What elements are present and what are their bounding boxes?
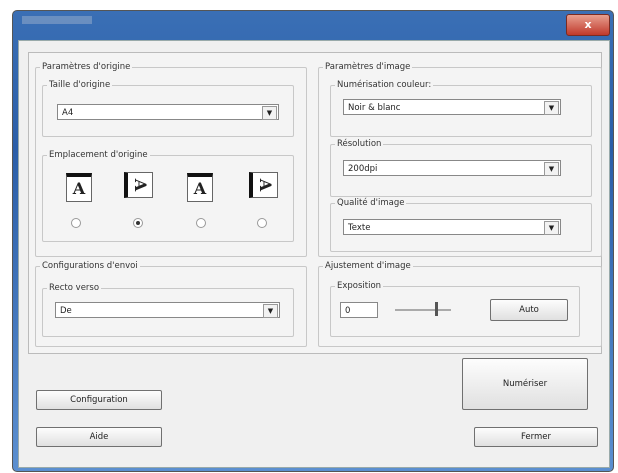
size-select[interactable]: A4 ▼ [57,104,279,120]
chevron-down-icon: ▼ [544,162,559,176]
help-button[interactable]: Aide [36,427,162,447]
placement-radio-2[interactable] [133,218,143,228]
duplex-label: Recto verso [49,283,100,293]
adjust-group-title: Ajustement d'image [325,261,411,271]
color-label: Numérisation couleur: [337,80,432,90]
resolution-value: 200dpi [348,164,378,174]
portrait-top-icon: A [187,173,213,202]
auto-button[interactable]: Auto [490,299,568,321]
portrait-top-icon: A [66,173,92,202]
duplex-select[interactable]: De ▼ [55,302,280,318]
quality-label: Qualité d'image [337,198,405,208]
configuration-button[interactable]: Configuration [36,390,162,410]
size-value: A4 [62,108,74,118]
chevron-down-icon: ▼ [544,101,559,115]
close-dialog-button[interactable]: Fermer [474,427,598,447]
scan-button[interactable]: Numériser [462,358,588,410]
color-select[interactable]: Noir & blanc ▼ [343,99,561,115]
placement-label: Emplacement d'origine [49,150,148,160]
chevron-down-icon: ▼ [263,304,278,318]
chevron-down-icon: ▼ [262,106,277,120]
exposure-slider-track[interactable] [395,309,451,311]
color-value: Noir & blanc [348,103,401,113]
duplex-value: De [60,306,72,316]
landscape-left-icon: A [124,172,153,198]
resolution-select[interactable]: 200dpi ▼ [343,160,561,176]
chevron-down-icon: ▼ [544,221,559,235]
close-button[interactable]: x [566,14,610,36]
placement-radio-3[interactable] [196,218,206,228]
exposure-input[interactable]: 0 [340,302,378,318]
window-title [22,16,92,24]
size-label: Taille d'origine [49,80,111,90]
send-group-title: Configurations d'envoi [42,261,138,271]
quality-select[interactable]: Texte ▼ [343,219,561,235]
image-group-title: Paramètres d'image [325,62,411,72]
landscape-left-icon: A [249,172,278,198]
quality-value: Texte [348,223,371,233]
resolution-label: Résolution [337,139,382,149]
exposure-slider-thumb[interactable] [435,302,438,316]
exposure-label: Exposition [337,281,382,291]
placement-radio-4[interactable] [257,218,267,228]
placement-radio-1[interactable] [71,218,81,228]
origin-group-title: Paramètres d'origine [42,62,131,72]
